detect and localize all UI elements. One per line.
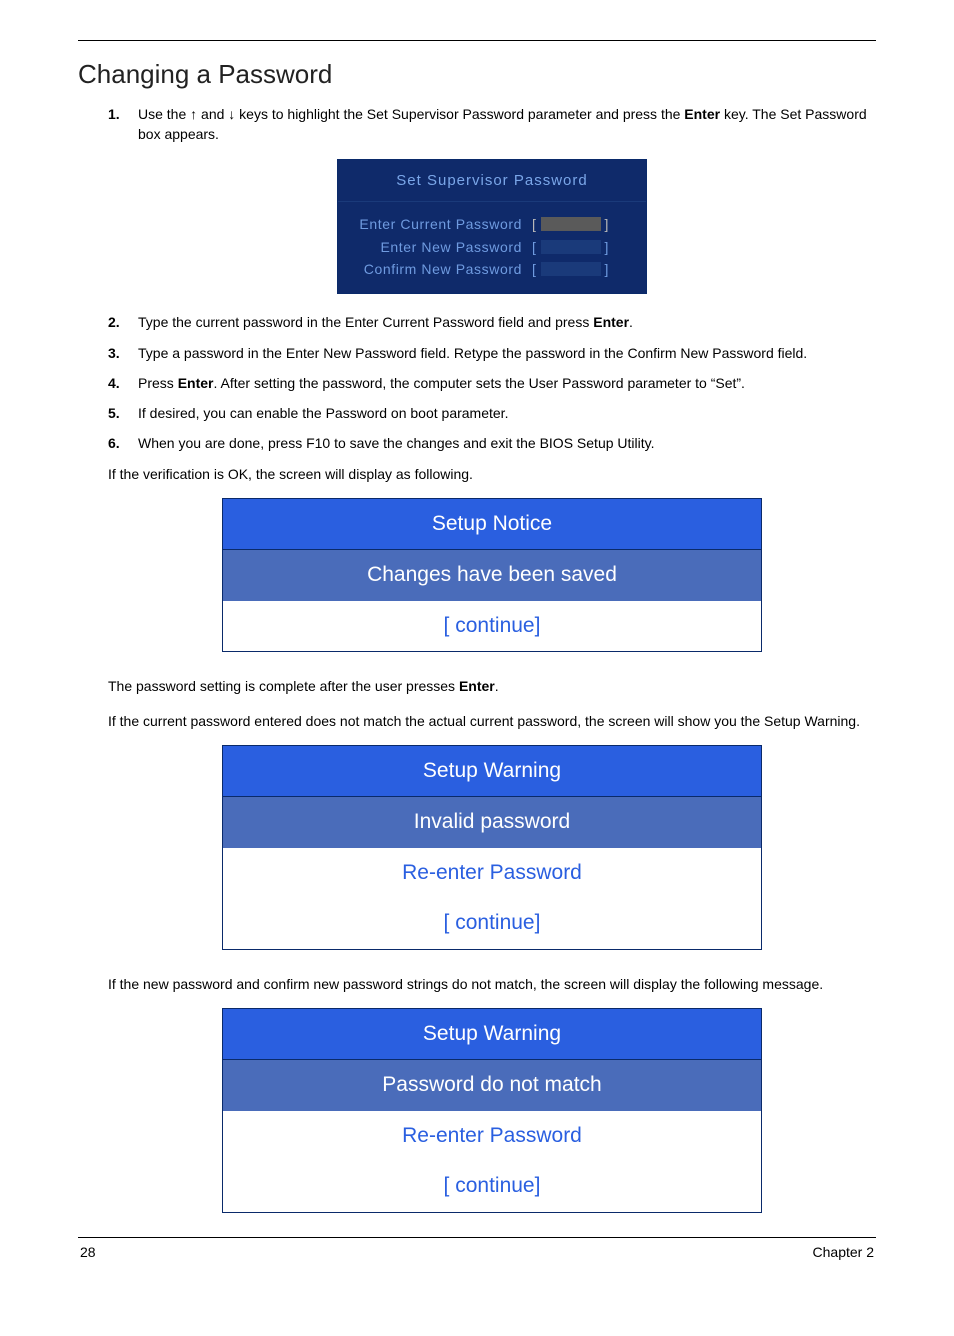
step-text: When you are done, press F10 to save the…: [138, 433, 876, 453]
step-item: 1.Use the ↑ and ↓ keys to highlight the …: [108, 104, 876, 145]
step-number: 4.: [108, 373, 138, 393]
dialog-rows: Password do not matchRe-enter Password[ …: [223, 1060, 761, 1211]
dialog-message: Changes have been saved: [223, 550, 761, 600]
step-number: 2.: [108, 312, 138, 332]
step-text: Use the ↑ and ↓ keys to highlight the Se…: [138, 104, 876, 145]
step-number: 3.: [108, 343, 138, 363]
dialog-message: Password do not match: [223, 1060, 761, 1110]
dialog-rows: Invalid passwordRe-enter Password[ conti…: [223, 797, 761, 948]
bottom-rule: [78, 1237, 876, 1238]
paragraph-new-mismatch: If the new password and confirm new pass…: [108, 974, 876, 994]
continue-button[interactable]: [ continue]: [223, 1161, 761, 1211]
bracket-close: ]: [605, 214, 610, 234]
password-row: Confirm New Password[]: [352, 259, 632, 279]
password-row-label: Enter Current Password: [352, 214, 532, 234]
setup-warning-nomatch-dialog: Setup Warning Password do not matchRe-en…: [222, 1008, 762, 1213]
page-number: 28: [80, 1244, 96, 1260]
section-heading: Changing a Password: [78, 59, 876, 90]
chapter-label: Chapter 2: [813, 1244, 874, 1260]
bracket-close: ]: [605, 259, 610, 279]
password-row-label: Confirm New Password: [352, 259, 532, 279]
continue-button[interactable]: [ continue]: [223, 898, 761, 948]
dialog-title: Setup Warning: [223, 746, 761, 797]
step-text: Type a password in the Enter New Passwor…: [138, 343, 876, 363]
paragraph-complete: The password setting is complete after t…: [108, 676, 876, 696]
step-number: 1.: [108, 104, 138, 145]
password-dialog-body: Enter Current Password[]Enter New Passwo…: [338, 202, 646, 293]
setup-notice-dialog: Setup Notice Changes have been saved[ co…: [222, 498, 762, 652]
top-rule: [78, 40, 876, 41]
dialog-message: Re-enter Password: [223, 848, 761, 898]
password-row: Enter Current Password[]: [352, 214, 632, 234]
dialog-message: Invalid password: [223, 797, 761, 847]
setup-warning-invalid-dialog: Setup Warning Invalid passwordRe-enter P…: [222, 745, 762, 950]
content-area: 1.Use the ↑ and ↓ keys to highlight the …: [78, 104, 876, 1213]
page: Changing a Password 1.Use the ↑ and ↓ ke…: [0, 0, 954, 1290]
paragraph-verification: If the verification is OK, the screen wi…: [108, 464, 876, 484]
step-text: Press Enter. After setting the password,…: [138, 373, 876, 393]
password-dialog-title: Set Supervisor Password: [338, 160, 646, 203]
dialog-message: Re-enter Password: [223, 1111, 761, 1161]
step-item: 5.If desired, you can enable the Passwor…: [108, 403, 876, 423]
password-row: Enter New Password[]: [352, 237, 632, 257]
dialog-title: Setup Warning: [223, 1009, 761, 1060]
password-input-field[interactable]: [541, 262, 601, 276]
bracket-open: [: [532, 214, 537, 234]
bracket-close: ]: [605, 237, 610, 257]
step-text: Type the current password in the Enter C…: [138, 312, 876, 332]
dialog-title: Setup Notice: [223, 499, 761, 550]
step-item: 6.When you are done, press F10 to save t…: [108, 433, 876, 453]
continue-button[interactable]: [ continue]: [223, 601, 761, 651]
step-item: 2.Type the current password in the Enter…: [108, 312, 876, 332]
password-input-field[interactable]: [541, 240, 601, 254]
steps-list-2: 2.Type the current password in the Enter…: [108, 312, 876, 453]
bracket-open: [: [532, 237, 537, 257]
password-row-label: Enter New Password: [352, 237, 532, 257]
step-number: 6.: [108, 433, 138, 453]
password-dialog: Set Supervisor Password Enter Current Pa…: [337, 159, 647, 295]
step-item: 3.Type a password in the Enter New Passw…: [108, 343, 876, 363]
bracket-open: [: [532, 259, 537, 279]
password-input-field[interactable]: [541, 217, 601, 231]
dialog-rows: Changes have been saved[ continue]: [223, 550, 761, 651]
paragraph-current-mismatch: If the current password entered does not…: [108, 711, 876, 731]
step-text: If desired, you can enable the Password …: [138, 403, 876, 423]
step-item: 4.Press Enter. After setting the passwor…: [108, 373, 876, 393]
steps-list-1: 1.Use the ↑ and ↓ keys to highlight the …: [108, 104, 876, 145]
footer: 28 Chapter 2: [78, 1244, 876, 1260]
step-number: 5.: [108, 403, 138, 423]
